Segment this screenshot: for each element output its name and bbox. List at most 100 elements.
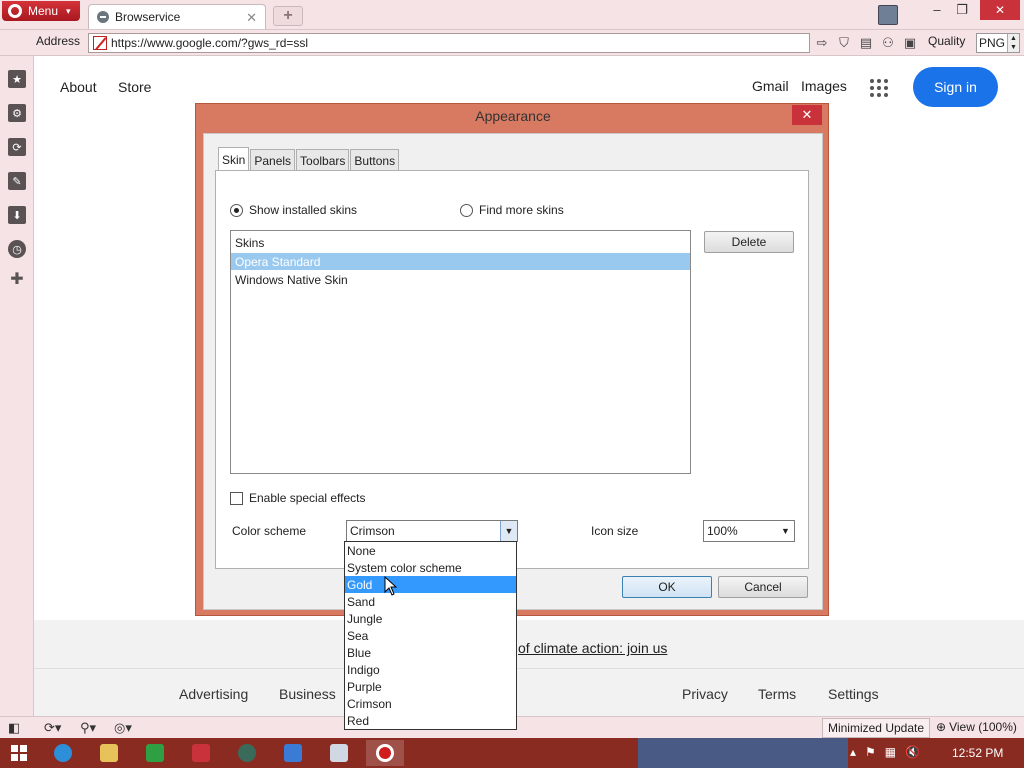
close-window-button[interactable]: ✕ <box>980 0 1020 20</box>
delete-skin-button[interactable]: Delete <box>704 231 794 253</box>
gmail-link[interactable]: Gmail <box>752 78 789 94</box>
minimize-window-icon[interactable]: – <box>925 2 949 17</box>
quality-select[interactable]: PNG ▲ ▼ <box>976 33 1020 53</box>
extension-icon[interactable] <box>878 5 898 25</box>
quality-value: PNG <box>979 36 1006 50</box>
mail-app-icon[interactable] <box>182 740 220 766</box>
address-actions: ⇨ ⛉ ▤ ⚇ ▣ <box>814 35 918 51</box>
media-app-icon[interactable] <box>228 740 266 766</box>
option-sand[interactable]: Sand <box>345 593 516 610</box>
option-purple[interactable]: Purple <box>345 678 516 695</box>
cancel-button[interactable]: Cancel <box>718 576 808 598</box>
color-scheme-select[interactable]: Crimson ▼ <box>346 520 518 542</box>
opera-taskbar-icon[interactable] <box>366 740 404 766</box>
clipboard-icon[interactable]: ▣ <box>902 35 918 51</box>
go-arrow-icon[interactable]: ⇨ <box>814 35 830 51</box>
taskbar-clock[interactable]: 12:52 PM <box>952 746 1003 760</box>
store-link[interactable]: Store <box>118 79 151 95</box>
option-gold[interactable]: Gold <box>345 576 516 593</box>
zoom-control[interactable]: ⊕ View (100%) <box>936 720 1017 734</box>
tab-toolbars[interactable]: Toolbars <box>296 149 350 171</box>
tab-panels[interactable]: Panels <box>250 149 296 171</box>
internet-explorer-icon[interactable] <box>44 740 82 766</box>
option-crimson[interactable]: Crimson <box>345 695 516 712</box>
minimized-update-button[interactable]: Minimized Update <box>822 718 930 738</box>
dialog-tabs: Skin Panels Toolbars Buttons <box>218 147 400 171</box>
gear-icon[interactable]: ⚙ <box>8 104 26 122</box>
file-explorer-icon[interactable] <box>90 740 128 766</box>
tab-browservice[interactable]: Browservice ✕ <box>88 4 266 29</box>
climate-action-link[interactable]: of climate action: join us <box>518 640 667 656</box>
terms-link[interactable]: Terms <box>758 686 796 702</box>
ok-button[interactable]: OK <box>622 576 712 598</box>
sync-icon[interactable]: ⟳▾ <box>44 720 61 736</box>
appearance-dialog: Appearance ✕ Skin Panels Toolbars Button… <box>195 103 829 616</box>
list-item[interactable]: Opera Standard <box>231 253 690 270</box>
images-link[interactable]: Images <box>801 78 847 94</box>
find-more-skins-option[interactable]: Find more skins <box>460 203 564 217</box>
network-icon[interactable]: ⚲▾ <box>80 720 96 736</box>
dialog-close-button[interactable]: ✕ <box>792 105 822 125</box>
icon-size-select[interactable]: 100% ▼ <box>703 520 795 542</box>
insecure-warning-icon[interactable] <box>93 36 107 50</box>
radio-unchecked[interactable] <box>460 203 473 217</box>
taskbar-thumbnail-area <box>638 738 848 768</box>
reader-icon[interactable]: ▤ <box>858 35 874 51</box>
special-effects-checkbox[interactable] <box>230 491 243 505</box>
chevron-down-icon[interactable]: ▼ <box>777 521 794 541</box>
option-sea[interactable]: Sea <box>345 627 516 644</box>
downloads-icon[interactable]: ⬇ <box>8 206 26 224</box>
show-installed-skins-option[interactable]: Show installed skins <box>230 203 357 217</box>
store-app-icon[interactable] <box>136 740 174 766</box>
bookmark-icon[interactable]: ⛉ <box>836 35 852 51</box>
notepad-icon[interactable] <box>320 740 358 766</box>
list-item[interactable]: Windows Native Skin <box>231 271 690 288</box>
url-input[interactable]: https://www.google.com/?gws_rd=ssl <box>88 33 810 53</box>
chevron-down-icon[interactable]: ▼ <box>500 521 517 541</box>
spinner-icon[interactable]: ▲ ▼ <box>1007 34 1019 52</box>
add-panel-icon[interactable]: ✚ <box>8 270 26 288</box>
about-link[interactable]: About <box>60 79 97 95</box>
color-scheme-dropdown[interactable]: None System color scheme Gold Sand Jungl… <box>344 541 517 730</box>
binoculars-icon[interactable]: ⚇ <box>880 35 896 51</box>
history-clock-icon[interactable]: ◷ <box>8 240 26 258</box>
volume-muted-icon[interactable]: 🔇 <box>905 745 920 759</box>
advertising-link[interactable]: Advertising <box>179 686 248 702</box>
restore-window-icon[interactable]: ❐ <box>950 2 974 18</box>
opera-menu-button[interactable]: Menu ▾ <box>2 1 80 21</box>
radio-checked[interactable] <box>230 203 243 217</box>
privacy-link[interactable]: Privacy <box>682 686 728 702</box>
color-scheme-label: Color scheme <box>232 524 307 538</box>
apps-grid-icon[interactable] <box>870 79 888 97</box>
chevron-down-icon: ▾ <box>66 5 71 16</box>
option-red[interactable]: Red <box>345 712 516 729</box>
footer-divider <box>34 668 1024 669</box>
special-effects-option[interactable]: Enable special effects <box>230 491 366 505</box>
unite-icon[interactable]: ⟳ <box>8 138 26 156</box>
option-none[interactable]: None <box>345 542 516 559</box>
remote-desktop-icon[interactable] <box>274 740 312 766</box>
option-blue[interactable]: Blue <box>345 644 516 661</box>
bookmarks-star-icon[interactable]: ★ <box>8 70 26 88</box>
option-system-color-scheme[interactable]: System color scheme <box>345 559 516 576</box>
icon-size-value: 100% <box>707 524 738 538</box>
new-tab-button[interactable]: + <box>273 6 303 26</box>
settings-link[interactable]: Settings <box>828 686 879 702</box>
color-scheme-value: Crimson <box>350 524 395 538</box>
toggle-panel-icon[interactable]: ◧ <box>8 720 20 736</box>
turbo-icon[interactable]: ◎▾ <box>114 720 132 736</box>
skins-listbox[interactable]: Skins Opera Standard Windows Native Skin <box>230 230 691 474</box>
option-indigo[interactable]: Indigo <box>345 661 516 678</box>
business-link[interactable]: Business <box>279 686 336 702</box>
chevron-up-icon[interactable]: ▴ <box>850 745 856 759</box>
address-bar: Address https://www.google.com/?gws_rd=s… <box>0 30 1024 56</box>
flag-icon[interactable]: ⚑ <box>865 745 876 759</box>
tab-skin[interactable]: Skin <box>218 147 250 171</box>
notes-icon[interactable]: ✎ <box>8 172 26 190</box>
start-button[interactable] <box>0 740 38 766</box>
close-tab-icon[interactable]: ✕ <box>246 10 257 26</box>
network-tray-icon[interactable]: ▦ <box>885 745 896 759</box>
tab-buttons[interactable]: Buttons <box>350 149 400 171</box>
sign-in-button[interactable]: Sign in <box>913 67 998 107</box>
option-jungle[interactable]: Jungle <box>345 610 516 627</box>
